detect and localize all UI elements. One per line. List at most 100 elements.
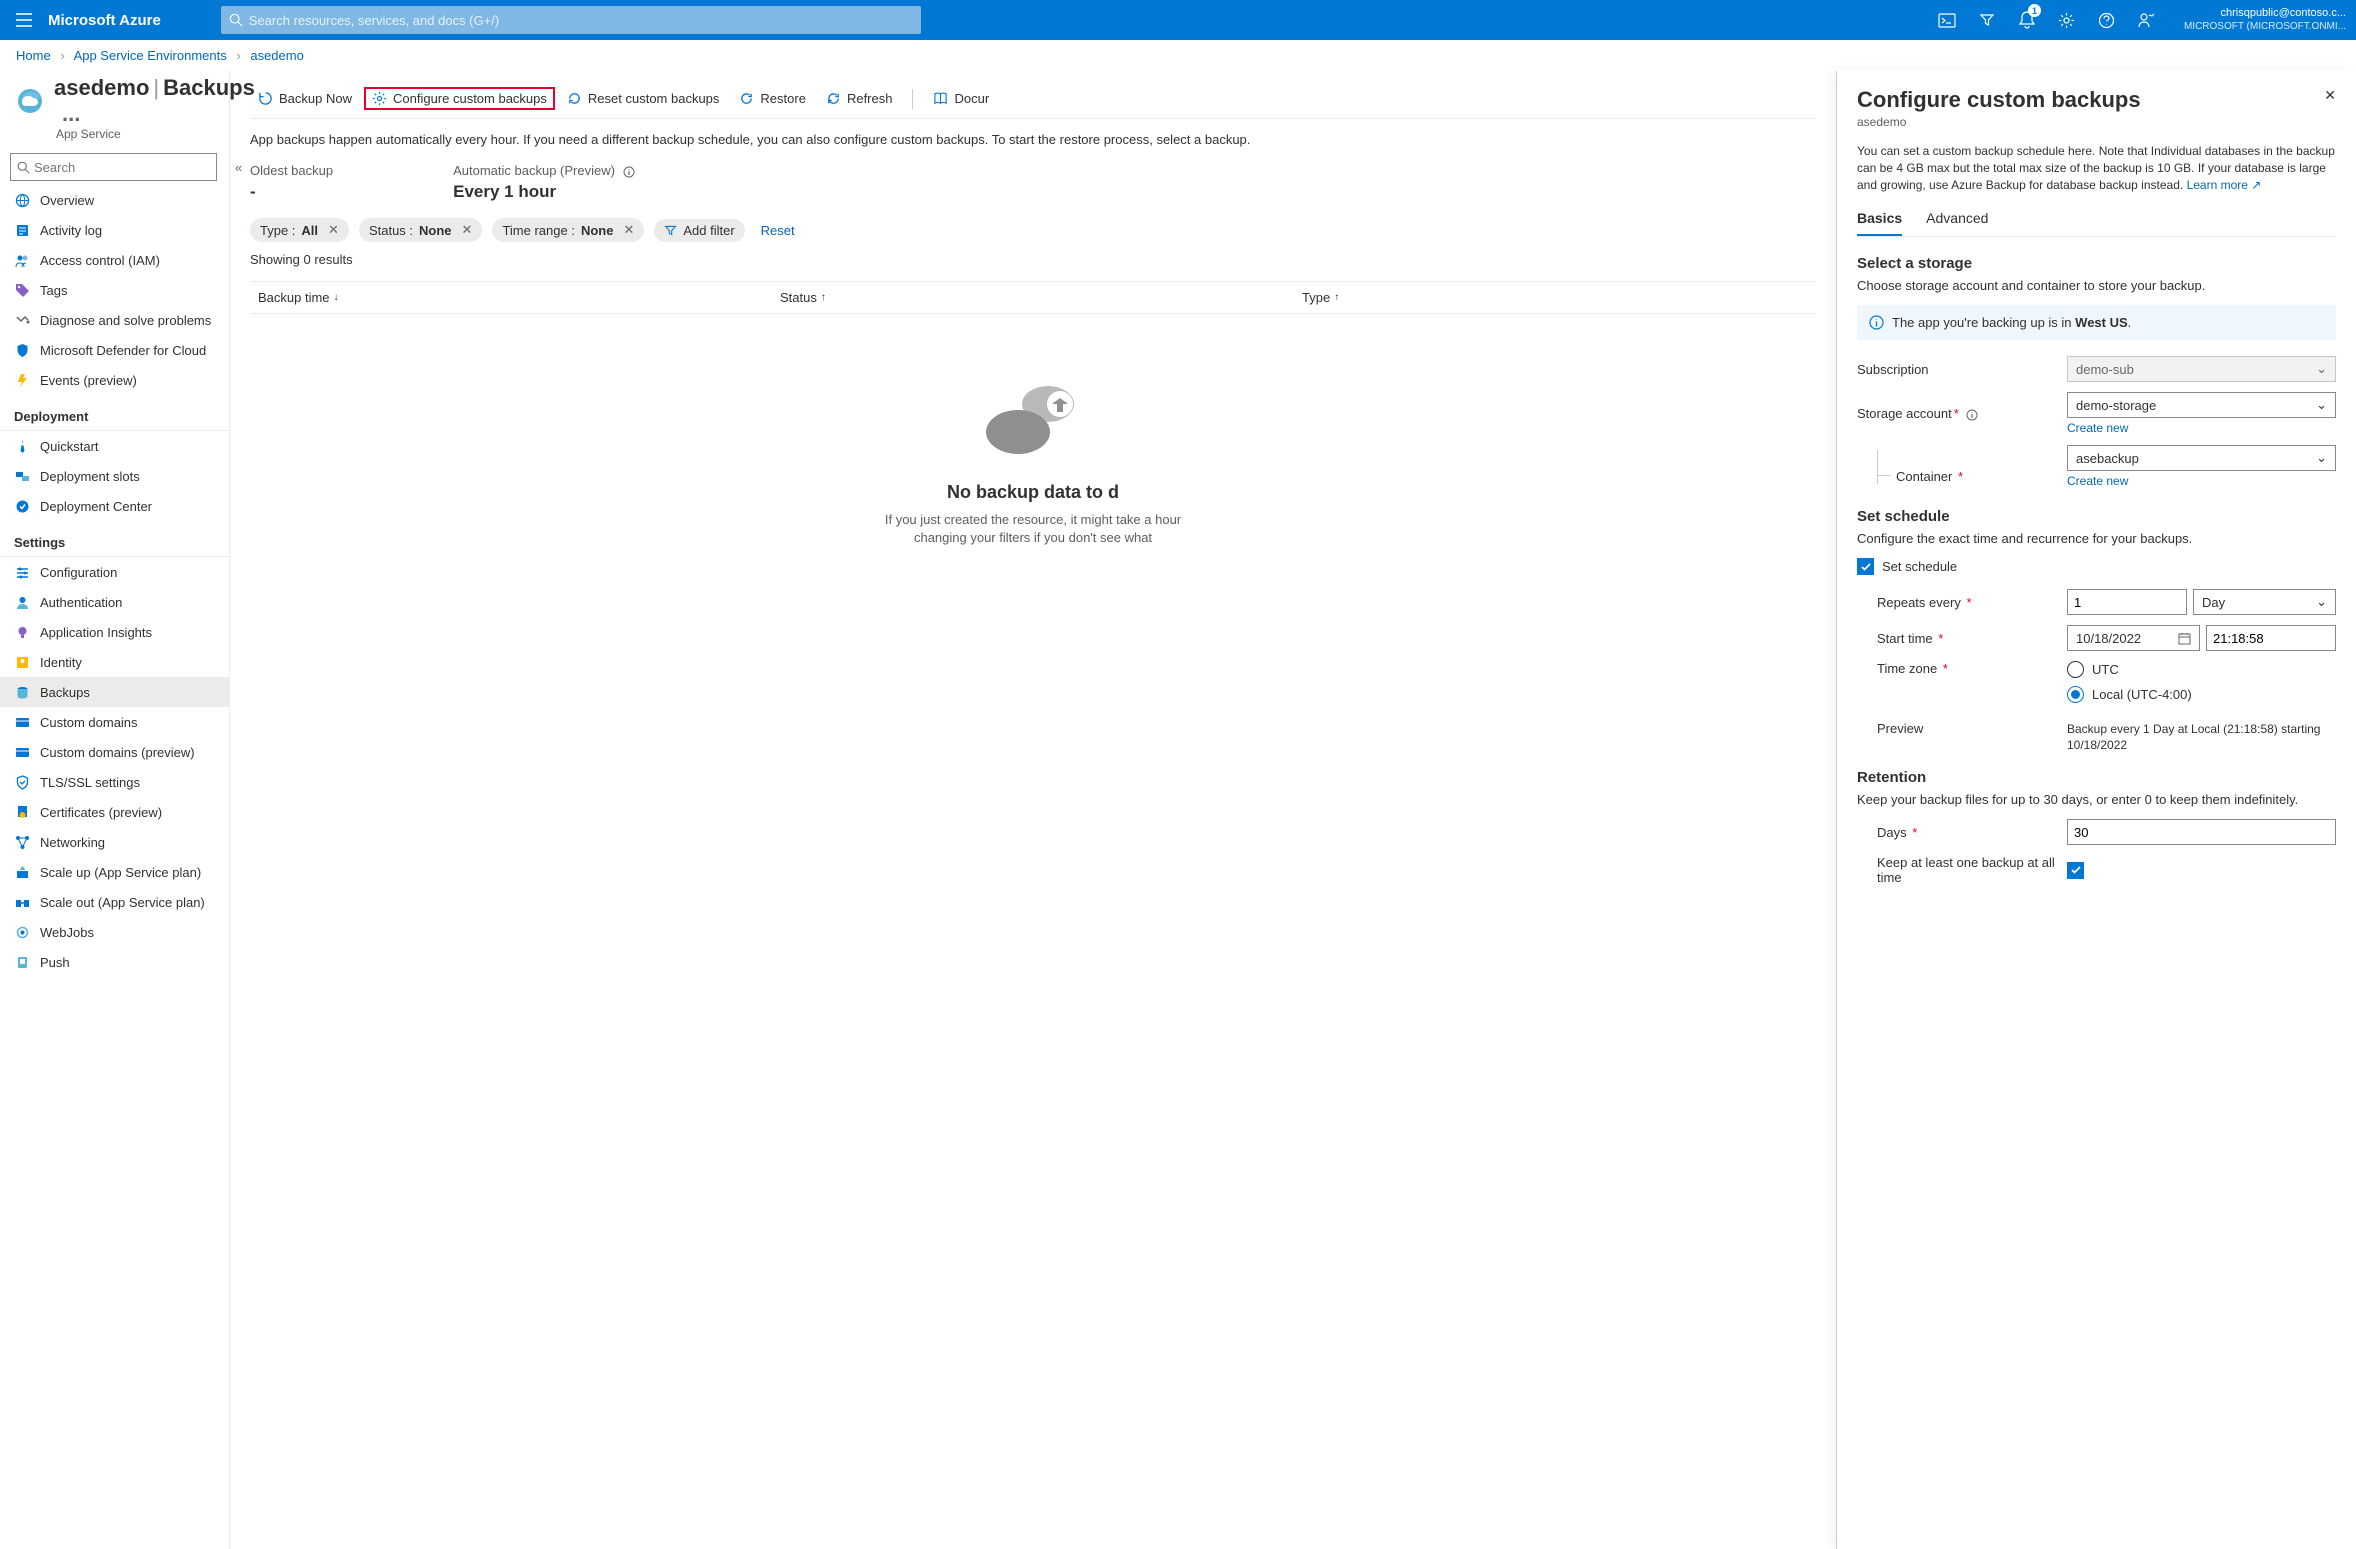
nav-item-application-insights[interactable]: Application Insights [0, 617, 229, 647]
nav-item-label: Scale up (App Service plan) [40, 865, 201, 880]
nav-item-diagnose-and-solve-problems[interactable]: Diagnose and solve problems [0, 305, 229, 335]
close-icon[interactable]: ✕ [623, 222, 634, 238]
more-actions-button[interactable]: ... [62, 101, 80, 126]
close-panel-button[interactable]: ✕ [2324, 87, 2336, 104]
nav-item-deployment-slots[interactable]: Deployment slots [0, 461, 229, 491]
start-time-label: Start time * [1877, 631, 2067, 646]
nav-item-activity-log[interactable]: Activity log [0, 215, 229, 245]
hamburger-menu[interactable] [0, 0, 48, 40]
account-info[interactable]: chrisqpublic@contoso.c... MICROSOFT (MIC… [2174, 7, 2356, 33]
keep-one-label: Keep at least one backup at all time [1877, 855, 2067, 885]
close-icon[interactable]: ✕ [328, 222, 339, 238]
nav-item-networking[interactable]: Networking [0, 827, 229, 857]
scaleout-icon [14, 894, 30, 910]
nav-item-authentication[interactable]: Authentication [0, 587, 229, 617]
notifications-icon[interactable]: 1 [2010, 0, 2044, 40]
configure-custom-backups-button[interactable]: Configure custom backups [364, 87, 555, 110]
documentation-button[interactable]: Docur [925, 87, 997, 110]
nav-item-access-control-iam-[interactable]: Access control (IAM) [0, 245, 229, 275]
nav-item-custom-domains[interactable]: Custom domains [0, 707, 229, 737]
identity-icon [14, 654, 30, 670]
tz-local-radio[interactable] [2067, 686, 2084, 703]
close-icon[interactable]: ✕ [462, 222, 473, 238]
activity-icon [14, 222, 30, 238]
crumb-ase[interactable]: App Service Environments [74, 48, 227, 63]
nav-item-identity[interactable]: Identity [0, 647, 229, 677]
col-type[interactable]: Type ↑ [1294, 290, 1816, 305]
filter-timerange[interactable]: Time range : None✕ [492, 218, 644, 242]
container-select[interactable]: asebackup ⌄ [2067, 445, 2336, 471]
domains-icon [14, 714, 30, 730]
crumb-home[interactable]: Home [16, 48, 51, 63]
settings-icon[interactable] [2050, 0, 2084, 40]
toolbar: Backup Now Configure custom backups Rese… [250, 79, 1816, 119]
filter-icon [664, 224, 677, 237]
nav-item-label: Microsoft Defender for Cloud [40, 343, 206, 358]
set-schedule-checkbox[interactable] [1857, 558, 1874, 575]
nav-item-backups[interactable]: Backups [0, 677, 229, 707]
reset-filters-link[interactable]: Reset [761, 223, 795, 238]
info-icon[interactable] [1966, 409, 1978, 421]
domains-icon [14, 744, 30, 760]
chevron-down-icon: ⌄ [2316, 397, 2327, 413]
nav-item-overview[interactable]: Overview [0, 185, 229, 215]
reset-custom-backups-button[interactable]: Reset custom backups [559, 87, 728, 110]
nav-item-quickstart[interactable]: Quickstart [0, 431, 229, 461]
filter-icon[interactable] [1970, 0, 2004, 40]
days-input[interactable] [2067, 819, 2336, 845]
keep-one-checkbox[interactable] [2067, 862, 2084, 879]
webjobs-icon [14, 924, 30, 940]
nav-item-label: Events (preview) [40, 373, 137, 388]
info-icon[interactable] [623, 166, 635, 178]
repeats-number-input[interactable] [2067, 589, 2187, 615]
learn-more-link[interactable]: Learn more ↗ [2187, 178, 2262, 192]
nav-item-label: Certificates (preview) [40, 805, 162, 820]
create-new-storage-link[interactable]: Create new [2067, 421, 2128, 435]
global-search[interactable] [221, 6, 921, 34]
feedback-icon[interactable] [2130, 0, 2164, 40]
menu-search-input[interactable] [34, 160, 210, 175]
storage-account-select[interactable]: demo-storage ⌄ [2067, 392, 2336, 418]
add-filter-button[interactable]: Add filter [654, 219, 744, 242]
tab-advanced[interactable]: Advanced [1926, 210, 1988, 236]
days-label: Days * [1877, 825, 2067, 840]
iam-icon [14, 252, 30, 268]
nav-item-events-preview-[interactable]: Events (preview) [0, 365, 229, 395]
panel-description: You can set a custom backup schedule her… [1857, 143, 2336, 194]
nav-item-webjobs[interactable]: WebJobs [0, 917, 229, 947]
nav-item-microsoft-defender-for-cloud[interactable]: Microsoft Defender for Cloud [0, 335, 229, 365]
nav-item-tags[interactable]: Tags [0, 275, 229, 305]
nav-item-scale-up-app-service-plan-[interactable]: Scale up (App Service plan) [0, 857, 229, 887]
nav-item-tls-ssl-settings[interactable]: TLS/SSL settings [0, 767, 229, 797]
topbar-actions: 1 [1930, 0, 2174, 40]
region-info-box: The app you're backing up is in West US. [1857, 305, 2336, 340]
help-icon[interactable] [2090, 0, 2124, 40]
col-status[interactable]: Status ↑ [772, 290, 1294, 305]
tz-utc-radio[interactable] [2067, 661, 2084, 678]
refresh-button[interactable]: Refresh [818, 87, 901, 110]
backup-now-button[interactable]: Backup Now [250, 87, 360, 110]
menu-search[interactable] [10, 153, 217, 181]
tab-basics[interactable]: Basics [1857, 210, 1902, 236]
nav-item-label: Custom domains (preview) [40, 745, 195, 760]
nav-item-configuration[interactable]: Configuration [0, 557, 229, 587]
global-search-input[interactable] [249, 13, 913, 28]
retention-subtext: Keep your backup files for up to 30 days… [1857, 792, 2336, 807]
restore-button[interactable]: Restore [731, 87, 814, 110]
nav-item-custom-domains-preview-[interactable]: Custom domains (preview) [0, 737, 229, 767]
filter-type[interactable]: Type : All✕ [250, 218, 349, 242]
create-new-container-link[interactable]: Create new [2067, 474, 2128, 488]
nav-item-certificates-preview-[interactable]: Certificates (preview) [0, 797, 229, 827]
repeats-unit-select[interactable]: Day⌄ [2193, 589, 2336, 615]
nav-item-deployment-center[interactable]: Deployment Center [0, 491, 229, 521]
nav-item-push[interactable]: Push [0, 947, 229, 977]
nav-item-label: WebJobs [40, 925, 94, 940]
filter-status[interactable]: Status : None✕ [359, 218, 482, 242]
start-date-input[interactable]: 10/18/2022 [2067, 625, 2200, 651]
cloud-shell-icon[interactable] [1930, 0, 1964, 40]
nav-item-scale-out-app-service-plan-[interactable]: Scale out (App Service plan) [0, 887, 229, 917]
col-backup-time[interactable]: Backup time ↓ [250, 290, 772, 305]
nav-item-label: Overview [40, 193, 94, 208]
crumb-resource[interactable]: asedemo [250, 48, 303, 63]
start-time-input[interactable] [2206, 625, 2336, 651]
